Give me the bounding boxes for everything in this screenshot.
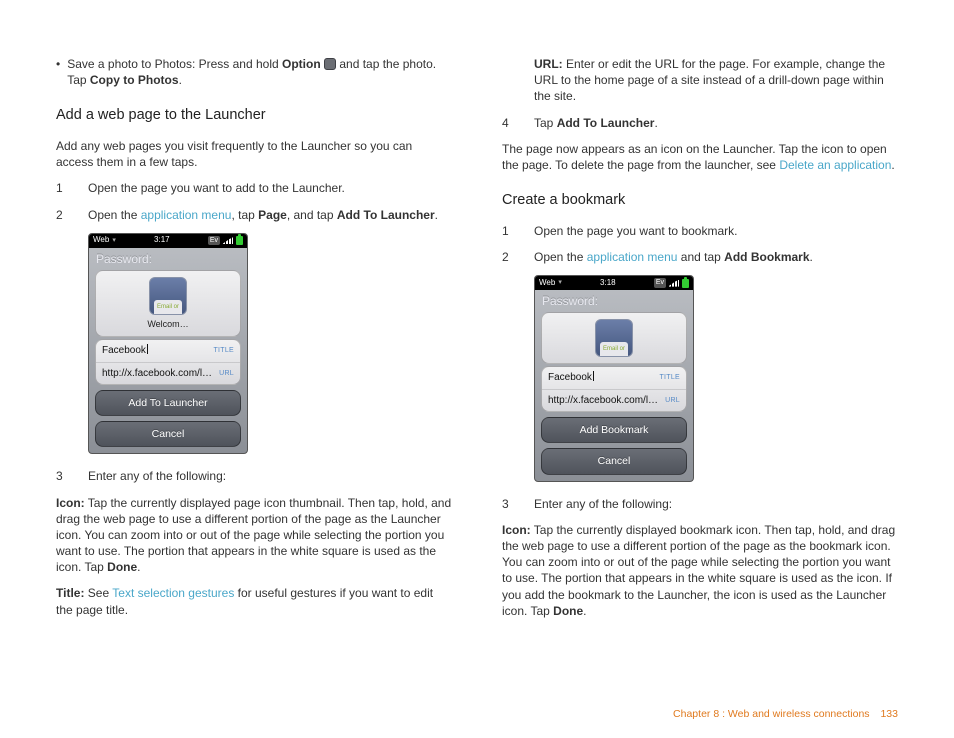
thumb-inner-text: Email or xyxy=(600,342,629,356)
step-number: 2 xyxy=(56,207,74,223)
bm-step-2: 2 Open the application menu and tap Add … xyxy=(502,249,898,265)
thumb-inner-text: Email or xyxy=(154,300,183,314)
bm-step-1: 1 Open the page you want to bookmark. xyxy=(502,223,898,239)
title-hint: TITLE xyxy=(213,346,234,355)
right-column: URL: Enter or edit the URL for the page.… xyxy=(502,56,898,702)
step-number: 1 xyxy=(56,180,74,196)
page-icon-thumbnail[interactable]: Email or xyxy=(595,319,633,357)
status-bar: Web▾ 3:18 Ev xyxy=(535,276,693,290)
link-delete-application[interactable]: Delete an application xyxy=(779,158,891,172)
step-number: 3 xyxy=(502,496,520,512)
url-field[interactable]: http://x.facebook.com/l… URL xyxy=(96,362,240,385)
password-title: Password: xyxy=(89,248,247,268)
step-1: 1 Open the page you want to add to the L… xyxy=(56,180,452,196)
signal-icon xyxy=(223,237,233,244)
title-hint: TITLE xyxy=(659,373,680,382)
heading-add-to-launcher: Add a web page to the Launcher xyxy=(56,106,452,126)
left-column: • Save a photo to Photos: Press and hold… xyxy=(56,56,452,702)
step-number: 3 xyxy=(56,468,74,484)
fields-panel: Facebook TITLE http://x.facebook.com/l… … xyxy=(95,339,241,385)
network-label: Ev xyxy=(208,236,220,245)
step-2: 2 Open the application menu, tap Page, a… xyxy=(56,207,452,223)
add-bookmark-button[interactable]: Add Bookmark xyxy=(541,417,687,443)
password-title: Password: xyxy=(535,290,693,310)
status-time: 3:18 xyxy=(600,278,616,289)
option-label: Option xyxy=(282,57,321,71)
add-to-launcher-button[interactable]: Add To Launcher xyxy=(95,390,241,416)
step-number: 2 xyxy=(502,249,520,265)
option-key-icon xyxy=(324,58,336,70)
page-icon-thumbnail[interactable]: Email or xyxy=(149,277,187,315)
title-field[interactable]: Facebook TITLE xyxy=(96,340,240,362)
link-text-selection-gestures[interactable]: Text selection gestures xyxy=(112,586,234,600)
bm-step-3: 3 Enter any of the following: xyxy=(502,496,898,512)
network-label: Ev xyxy=(654,278,666,287)
bullet-text: Save a photo to Photos: Press and hold O… xyxy=(67,56,452,88)
intro-text: Add any web pages you visit frequently t… xyxy=(56,138,452,170)
url-hint: URL xyxy=(219,369,234,378)
url-field[interactable]: http://x.facebook.com/l… URL xyxy=(542,389,686,412)
phone-screenshot-launcher: Web▾ 3:17 Ev Password: Email or Welcom… xyxy=(88,233,248,455)
step-4: 4 Tap Add To Launcher. xyxy=(502,115,898,131)
url-paragraph: URL: Enter or edit the URL for the page.… xyxy=(534,56,898,105)
title-value: Facebook xyxy=(102,344,148,358)
title-value: Facebook xyxy=(548,371,594,385)
battery-icon xyxy=(682,279,689,288)
icon-caption: Welcom… xyxy=(147,318,188,330)
page-number: 133 xyxy=(880,708,898,720)
chevron-down-icon: ▾ xyxy=(112,236,116,245)
status-bar: Web▾ 3:17 Ev xyxy=(89,234,247,248)
page-footer: Chapter 8 : Web and wireless connections… xyxy=(56,702,898,720)
status-time: 3:17 xyxy=(154,235,170,246)
status-web-label: Web xyxy=(539,278,555,289)
bullet-item: • Save a photo to Photos: Press and hold… xyxy=(56,56,452,88)
url-hint: URL xyxy=(665,396,680,405)
link-application-menu[interactable]: application menu xyxy=(141,208,232,222)
after-text: The page now appears as an icon on the L… xyxy=(502,141,898,173)
step-3: 3 Enter any of the following: xyxy=(56,468,452,484)
step-number: 4 xyxy=(502,115,520,131)
battery-icon xyxy=(236,236,243,245)
title-paragraph: Title: See Text selection gestures for u… xyxy=(56,585,452,617)
icon-panel: Email or Welcom… xyxy=(95,270,241,337)
bm-icon-paragraph: Icon: Tap the currently displayed bookma… xyxy=(502,522,898,619)
cancel-button[interactable]: Cancel xyxy=(541,448,687,474)
heading-create-bookmark: Create a bookmark xyxy=(502,191,898,211)
bullet-marker: • xyxy=(56,56,60,88)
fields-panel: Facebook TITLE http://x.facebook.com/l… … xyxy=(541,366,687,412)
step-number: 1 xyxy=(502,223,520,239)
copy-to-photos-label: Copy to Photos xyxy=(90,73,179,87)
status-web-label: Web xyxy=(93,235,109,246)
icon-paragraph: Icon: Tap the currently displayed page i… xyxy=(56,495,452,576)
url-value: http://x.facebook.com/l… xyxy=(102,367,212,381)
page: • Save a photo to Photos: Press and hold… xyxy=(0,0,954,738)
url-value: http://x.facebook.com/l… xyxy=(548,394,658,408)
signal-icon xyxy=(669,280,679,287)
link-application-menu[interactable]: application menu xyxy=(587,250,678,264)
phone-screenshot-bookmark: Web▾ 3:18 Ev Password: Email or xyxy=(534,275,694,482)
title-field[interactable]: Facebook TITLE xyxy=(542,367,686,389)
columns: • Save a photo to Photos: Press and hold… xyxy=(56,56,898,702)
cancel-button[interactable]: Cancel xyxy=(95,421,241,447)
chapter-label: Chapter 8 : Web and wireless connections xyxy=(673,708,870,720)
chevron-down-icon: ▾ xyxy=(558,278,562,287)
icon-panel: Email or xyxy=(541,312,687,364)
